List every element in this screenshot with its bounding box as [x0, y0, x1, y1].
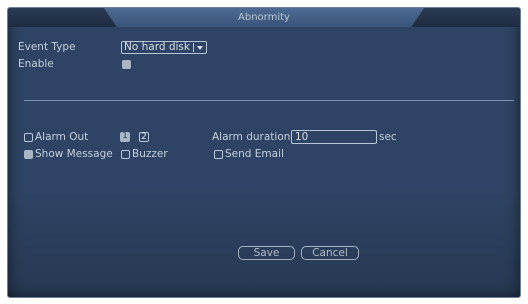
show-message-label: Show Message	[35, 148, 113, 160]
buzzer-checkbox[interactable]	[121, 150, 130, 159]
enable-label: Enable	[18, 58, 54, 70]
section-separator	[24, 100, 514, 101]
alarm-duration-input[interactable]: 10	[291, 130, 377, 144]
alarm-out-checkbox[interactable]	[24, 133, 33, 142]
save-button[interactable]: Save	[238, 246, 295, 260]
event-type-label: Event Type	[18, 41, 76, 53]
buzzer-label: Buzzer	[132, 148, 168, 160]
send-email-label: Send Email	[225, 148, 284, 160]
chevron-down-icon[interactable]	[197, 46, 203, 50]
send-email-checkbox[interactable]	[214, 150, 223, 159]
show-message-checkbox[interactable]	[24, 150, 33, 159]
select-divider	[193, 43, 194, 52]
screen: Abnormity Event Type No hard disk Enable…	[0, 0, 528, 304]
event-type-value: No hard disk	[124, 41, 190, 53]
alarm-out-label: Alarm Out	[35, 131, 89, 143]
alarm-duration-unit: sec	[379, 131, 397, 143]
event-type-select[interactable]: No hard disk	[121, 41, 207, 54]
dialog-title: Abnormity	[238, 12, 290, 23]
alarm-duration-value: 10	[295, 131, 309, 143]
cancel-button[interactable]: Cancel	[301, 246, 359, 260]
alarm-duration-label: Alarm duration	[212, 131, 291, 143]
enable-checkbox[interactable]	[122, 60, 131, 69]
alarm-out-channel-2[interactable]: 2	[139, 132, 149, 142]
abnormity-dialog: Abnormity Event Type No hard disk Enable…	[7, 7, 521, 298]
alarm-out-channel-1[interactable]: 1	[120, 132, 130, 142]
